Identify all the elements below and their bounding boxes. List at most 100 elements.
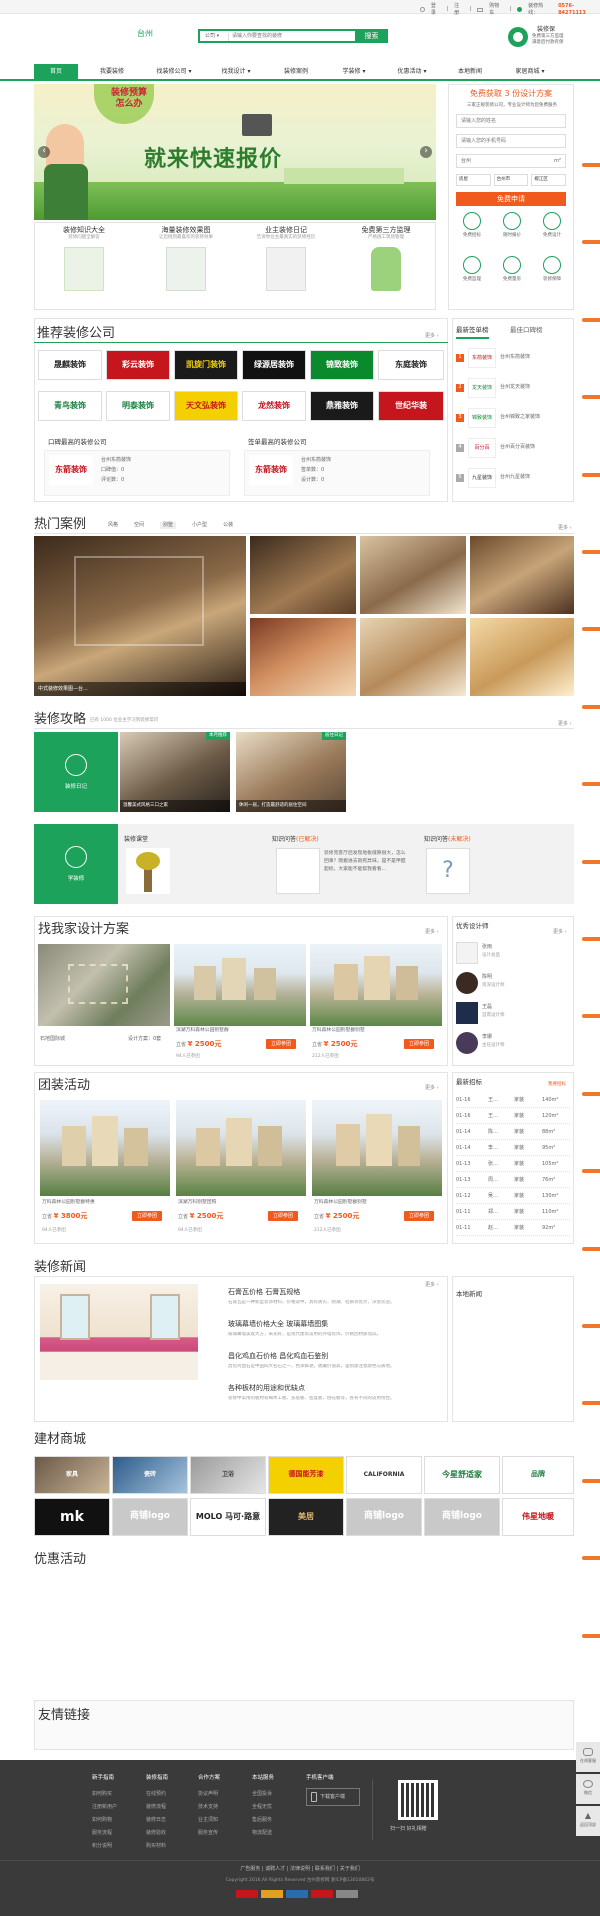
ranking-item[interactable]: 3 锦致装饰 台州锦致之家装饰 (456, 404, 570, 434)
companies-more-link[interactable]: 更多 › (425, 333, 439, 340)
nav-designers[interactable]: 找我设计 ▾ (206, 64, 266, 79)
footer-link[interactable]: 购买材料 (146, 1840, 196, 1853)
case-thumb[interactable] (360, 618, 466, 696)
diary-block[interactable]: 装修日记 (34, 732, 118, 812)
cert-badge-icon[interactable] (311, 1890, 333, 1898)
footer-link[interactable]: 服务流程 (92, 1827, 142, 1840)
service-quote[interactable]: 随时报价 (496, 212, 528, 239)
tender-row[interactable]: 01-13 周... 家装 76m² (456, 1174, 570, 1188)
group-image[interactable] (176, 1100, 306, 1196)
tab-small[interactable]: 小户型 (192, 522, 207, 529)
diary-card[interactable]: 本月推荐 温馨美式风格三口之家 (120, 732, 230, 812)
designer-item[interactable]: 王磊 首席设计师 (456, 1000, 570, 1028)
plan-name[interactable]: 万科森林公园别墅群别墅 (312, 1028, 365, 1034)
company-logo[interactable]: 凯旋门装饰 (174, 350, 238, 380)
banner-next-button[interactable]: › (420, 146, 432, 158)
name-input[interactable] (456, 114, 566, 128)
side-tab-marker[interactable] (582, 1556, 600, 1560)
ranking-item[interactable]: 2 龙天装饰 台州龙天装饰 (456, 374, 570, 404)
designer-item[interactable]: 张雨 设计总监 (456, 940, 570, 968)
footer-link[interactable]: 物流配送 (252, 1827, 302, 1840)
side-tab-marker[interactable] (582, 240, 600, 244)
case-thumb[interactable] (250, 536, 356, 614)
banner-prev-button[interactable]: ‹ (38, 146, 50, 158)
footer-link[interactable]: 法律说明 (290, 1866, 310, 1872)
side-tab-marker[interactable] (582, 1169, 600, 1173)
footer-link[interactable]: 关于我们 (340, 1866, 360, 1872)
side-tab-marker[interactable] (582, 1092, 600, 1096)
login-link[interactable]: 登录 (431, 3, 441, 16)
footer-link[interactable]: 技术支持 (198, 1801, 248, 1814)
mall-brand-logo[interactable]: mk (34, 1498, 110, 1536)
plan-name[interactable]: 石地国际城 (40, 1036, 65, 1043)
mall-brand-logo[interactable]: 商铺logo (112, 1498, 188, 1536)
company-logo[interactable]: 天文弘装饰 (174, 391, 238, 421)
footer-link[interactable]: 装修验收 (146, 1827, 196, 1840)
side-tab-marker[interactable] (582, 1247, 600, 1251)
company-logo[interactable]: 鼎雅装饰 (310, 391, 374, 421)
cert-badge-icon[interactable] (336, 1890, 358, 1898)
company-logo[interactable]: 世纪华装 (378, 391, 444, 421)
company-logo[interactable]: 青鸟装饰 (38, 391, 102, 421)
cert-badge-icon[interactable] (261, 1890, 283, 1898)
side-tab-marker[interactable] (582, 318, 600, 322)
class-image[interactable] (126, 848, 170, 894)
nav-local-news[interactable]: 本地新闻 (440, 64, 500, 79)
service-supervise[interactable]: 免费监理 (456, 256, 488, 283)
feature-gallery[interactable]: 海量装修效果图 让您挑到最喜欢的装修效果 (136, 226, 236, 291)
nav-mall[interactable]: 家居商城 ▾ (500, 64, 560, 79)
join-group-button[interactable]: 立即参团 (404, 1211, 434, 1221)
group-name[interactable]: 滨湖万科别墅团购 (178, 1200, 216, 1206)
cert-badge-icon[interactable] (236, 1890, 258, 1898)
search-button[interactable]: 搜索 (355, 29, 388, 43)
top-sign-card[interactable]: 东箭装饰 台州东箭装饰 签单数：0 设计数：0 (244, 450, 430, 496)
case-main-image[interactable]: 中式装修效果图—台... (34, 536, 246, 696)
news-item-title[interactable]: 玻璃幕墙价格大全 玻璃幕墙图集 (228, 1320, 328, 1329)
tab-space[interactable]: 空间 (134, 522, 144, 529)
company-logo[interactable]: 绿源居装饰 (242, 350, 306, 380)
side-tab-marker[interactable] (582, 782, 600, 786)
service-tender[interactable]: 免费招标 (456, 212, 488, 239)
plan-image[interactable] (38, 944, 170, 1026)
wechat-button[interactable]: 微信 (576, 1774, 600, 1804)
ranking-item[interactable]: 4 百分百 台州百分百装饰 (456, 434, 570, 464)
side-tab-marker[interactable] (582, 1634, 600, 1638)
nav-learn[interactable]: 学装修 ▾ (324, 64, 384, 79)
plan-image[interactable] (174, 944, 306, 1026)
tender-row[interactable]: 01-14 李... 家装 95m² (456, 1142, 570, 1156)
company-logo[interactable]: 锦致装饰 (310, 350, 374, 380)
footer-link[interactable]: 联系我们 (315, 1866, 335, 1872)
mall-brand-logo[interactable]: 品牌 (502, 1456, 574, 1494)
footer-link[interactable]: 如何购买 (92, 1788, 142, 1801)
company-logo[interactable]: 明泰装饰 (106, 391, 170, 421)
tab-best-rep[interactable]: 最佳口碑榜 (510, 326, 543, 334)
back-to-top-button[interactable]: ▲ 返回顶部 (576, 1806, 600, 1836)
mall-brand-logo[interactable]: 商铺logo (346, 1498, 422, 1536)
post-tender-link[interactable]: 我要招标 (548, 1082, 566, 1088)
ranking-item[interactable]: 1 东箭装饰 台州东箭装饰 (456, 344, 570, 374)
service-design[interactable]: 免费设计 (536, 212, 568, 239)
mall-brand-logo[interactable]: MOLO 马可·路意 (190, 1498, 266, 1536)
city-name[interactable]: 台州 (137, 29, 153, 39)
tab-villa[interactable]: 别墅 (160, 522, 177, 529)
qa-sketch-image[interactable] (276, 848, 320, 894)
group-name[interactable]: 万科森林公园别墅群特惠 (42, 1200, 95, 1206)
tender-row[interactable]: 01-16 王... 家装 120m² (456, 1110, 570, 1124)
news-more-link[interactable]: 更多 › (425, 1282, 439, 1289)
join-group-button[interactable]: 立即参团 (266, 1039, 296, 1049)
plan-name[interactable]: 滨湖万科森林公园别墅群 (176, 1028, 229, 1034)
footer-link[interactable]: 广告服务 (240, 1866, 260, 1872)
design-more-link[interactable]: 更多 › (425, 929, 439, 936)
mall-brand-logo[interactable]: 德国能芳漆 (268, 1456, 344, 1494)
side-tab-marker[interactable] (582, 627, 600, 631)
mall-brand-logo[interactable]: 伟星地暖 (502, 1498, 574, 1536)
hero-banner[interactable]: 装修预算怎么办 就来快速报价 (34, 84, 436, 220)
news-headline[interactable]: 石膏瓦价格 石膏瓦规格 (228, 1288, 300, 1297)
join-group-button[interactable]: 立即参团 (132, 1211, 162, 1221)
side-tab-marker[interactable] (582, 1479, 600, 1483)
side-tab-marker[interactable] (582, 1014, 600, 1018)
cart-link[interactable]: 购物车 (489, 3, 503, 16)
submit-quote-button[interactable]: 免费申请 (456, 192, 566, 206)
question-icon[interactable]: ? (426, 848, 470, 894)
company-logo[interactable]: 龙然装饰 (242, 391, 306, 421)
